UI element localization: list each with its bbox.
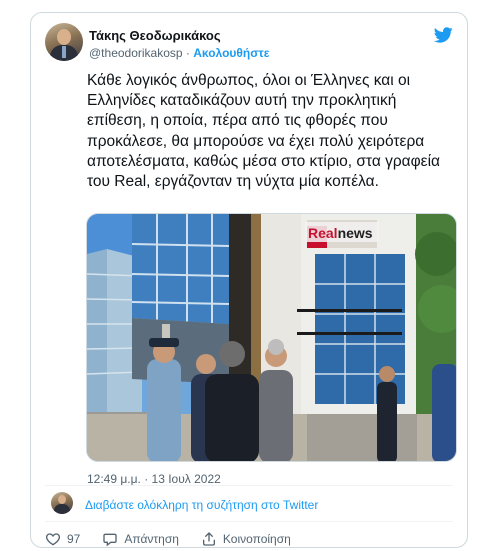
tweet-text: Κάθε λογικός άνθρωπος, όλοι οι Έλληνες κ… [87, 72, 440, 191]
author-handle[interactable]: @theodorikakosp [89, 46, 183, 60]
heart-icon [45, 533, 61, 546]
author-handle-row: @theodorikakosp · Ακολουθήστε [89, 46, 269, 60]
tweet-photo[interactable]: Realnews [86, 213, 457, 462]
reply-button[interactable]: Απάντηση [102, 531, 179, 547]
follow-button[interactable]: Ακολουθήστε [193, 46, 269, 60]
thread-avatar [51, 492, 73, 514]
divider [45, 485, 453, 486]
share-upload-icon [202, 532, 215, 546]
author-avatar[interactable] [45, 23, 83, 61]
tweet-timestamp[interactable]: 12:49 μ.μ. · 13 Ιουλ 2022 [87, 472, 221, 486]
twitter-bird-icon[interactable] [433, 25, 453, 45]
handle-separator: · [185, 46, 190, 60]
like-count: 97 [67, 532, 81, 546]
reply-label: Απάντηση [124, 532, 179, 546]
read-full-thread-link[interactable]: Διαβάστε ολόκληρη τη συζήτηση στο Twitte… [85, 498, 318, 512]
sign-news-text: news [338, 225, 373, 241]
like-button[interactable]: 97 [45, 531, 80, 547]
speech-bubble-icon [103, 533, 118, 547]
sign-real-text: Real [308, 225, 338, 241]
tweet-actions: 97 Απάντηση Κοινοποίηση [45, 529, 313, 549]
author-name[interactable]: Τάκης Θεοδωρικάκος [89, 28, 221, 43]
tweet-card: Τάκης Θεοδωρικάκος @theodorikakosp · Ακο… [30, 12, 468, 548]
share-button[interactable]: Κοινοποίηση [201, 531, 291, 547]
share-label: Κοινοποίηση [222, 532, 291, 546]
divider [45, 521, 453, 522]
svg-text:Realnews: Realnews [308, 225, 373, 241]
